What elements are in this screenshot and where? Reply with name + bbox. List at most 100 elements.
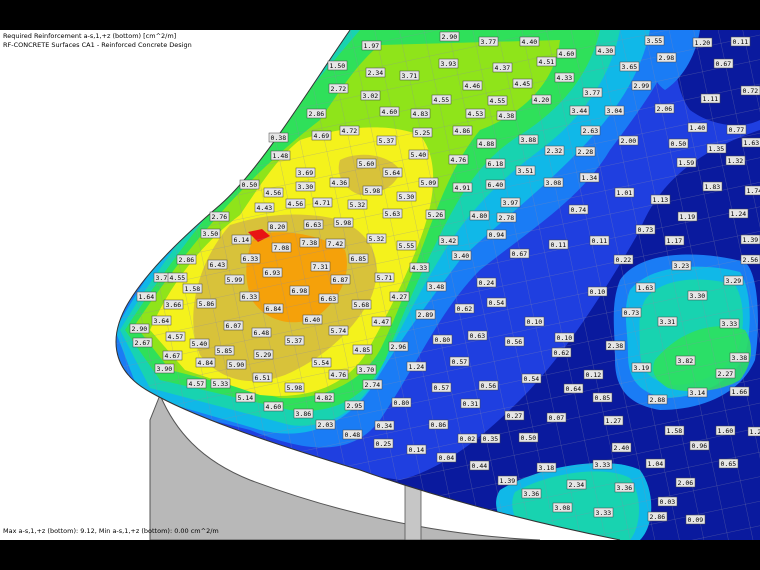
svg-text:2.99: 2.99	[634, 82, 650, 90]
value-label: 8.20	[267, 221, 288, 232]
svg-text:3.93: 3.93	[441, 60, 457, 68]
svg-text:3.66: 3.66	[166, 301, 182, 309]
value-label: 0.11	[730, 36, 751, 47]
svg-text:5.26: 5.26	[428, 211, 444, 219]
svg-text:4.57: 4.57	[168, 333, 184, 341]
value-label: 2.34	[566, 479, 587, 490]
svg-text:1.24: 1.24	[731, 210, 747, 218]
svg-text:2.86: 2.86	[650, 513, 666, 521]
model-viewport[interactable]: 1.97 2.90 3.77 4.40 4.60 4.51 4.30 3.55 1.20 0.11…	[0, 30, 760, 540]
value-label: 4.33	[554, 72, 575, 83]
svg-text:1.27: 1.27	[606, 417, 622, 425]
svg-text:5.98: 5.98	[365, 187, 381, 195]
value-label: 4.57	[186, 378, 207, 389]
svg-text:6.85: 6.85	[351, 255, 367, 263]
value-label: 2.38	[605, 340, 626, 351]
value-label: 2.27	[715, 368, 736, 379]
value-label: 3.08	[543, 177, 564, 188]
value-label: 0.63	[467, 330, 488, 341]
svg-text:3.65: 3.65	[622, 63, 638, 71]
value-label: 1.59	[676, 157, 697, 168]
svg-text:0.11: 0.11	[733, 38, 749, 46]
svg-text:0.02: 0.02	[460, 435, 476, 443]
value-label: 3.36	[614, 482, 635, 493]
svg-text:4.43: 4.43	[257, 204, 273, 212]
svg-text:1.04: 1.04	[648, 460, 664, 468]
value-label: 2.76	[209, 211, 230, 222]
svg-text:6.33: 6.33	[242, 293, 258, 301]
value-label: 1.63	[635, 282, 656, 293]
value-label: 1.58	[664, 425, 685, 436]
svg-text:0.54: 0.54	[489, 299, 505, 307]
value-label: 1.39	[497, 475, 518, 486]
value-label: 3.23	[671, 260, 692, 271]
svg-text:3.08: 3.08	[546, 179, 562, 187]
svg-text:6.18: 6.18	[488, 160, 504, 168]
value-label: 4.83	[410, 108, 431, 119]
svg-text:3.23: 3.23	[674, 262, 690, 270]
value-label: 4.51	[536, 56, 557, 67]
value-label: 1.58	[182, 283, 203, 294]
value-label: 5.33	[210, 378, 231, 389]
value-label: 1.34	[579, 172, 600, 183]
svg-text:3.77: 3.77	[585, 89, 601, 97]
svg-text:6.07: 6.07	[226, 322, 242, 330]
value-label: 5.98	[284, 382, 305, 393]
value-label: 1.35	[706, 143, 727, 154]
value-label: 0.14	[406, 444, 427, 455]
value-label: 0.12	[583, 369, 604, 380]
svg-text:0.56: 0.56	[481, 382, 497, 390]
svg-text:4.55: 4.55	[490, 97, 506, 105]
svg-text:0.35: 0.35	[483, 435, 499, 443]
value-label: 2.03	[315, 419, 336, 430]
value-label: 2.32	[544, 145, 565, 156]
svg-text:1.58: 1.58	[185, 285, 201, 293]
svg-text:0.62: 0.62	[554, 349, 570, 357]
value-label: 3.65	[619, 61, 640, 72]
value-label: 6.63	[318, 293, 339, 304]
svg-text:3.38: 3.38	[732, 354, 748, 362]
value-label: 5.54	[311, 357, 332, 368]
svg-text:4.33: 4.33	[412, 264, 428, 272]
svg-text:0.50: 0.50	[671, 140, 687, 148]
svg-text:4.37: 4.37	[495, 64, 511, 72]
svg-text:1.66: 1.66	[732, 388, 748, 396]
svg-text:2.38: 2.38	[608, 342, 624, 350]
svg-text:5.63: 5.63	[385, 210, 401, 218]
svg-text:5.85: 5.85	[217, 347, 233, 355]
svg-text:0.80: 0.80	[435, 336, 451, 344]
value-label: 0.77	[726, 124, 747, 135]
reinforcement-contour-plot[interactable]: 1.97 2.90 3.77 4.40 4.60 4.51 4.30 3.55 1.20 0.11…	[0, 30, 760, 540]
svg-text:1.13: 1.13	[653, 196, 669, 204]
value-label: 1.83	[702, 181, 723, 192]
value-label: 4.76	[448, 154, 469, 165]
value-label: 6.98	[289, 285, 310, 296]
value-label: 7.42	[325, 238, 346, 249]
value-label: 4.46	[462, 80, 483, 91]
svg-text:2.88: 2.88	[650, 396, 666, 404]
svg-text:0.86: 0.86	[431, 421, 447, 429]
svg-text:2.95: 2.95	[347, 402, 363, 410]
value-label: 6.63	[303, 219, 324, 230]
svg-text:0.73: 0.73	[638, 226, 654, 234]
value-label: 3.33	[719, 318, 740, 329]
svg-text:3.08: 3.08	[555, 504, 571, 512]
svg-text:3.86: 3.86	[296, 410, 312, 418]
svg-text:0.25: 0.25	[376, 440, 392, 448]
value-label: 3.33	[593, 507, 614, 518]
value-label: 3.31	[657, 316, 678, 327]
value-label: 0.94	[486, 229, 507, 240]
value-label: 0.67	[713, 58, 734, 69]
value-label: 0.35	[480, 433, 501, 444]
svg-text:4.47: 4.47	[374, 318, 390, 326]
value-label: 5.55	[396, 240, 417, 251]
svg-text:4.55: 4.55	[434, 96, 450, 104]
value-label: 4.86	[452, 125, 473, 136]
svg-text:5.90: 5.90	[229, 361, 245, 369]
value-label: 1.01	[614, 187, 635, 198]
svg-text:4.53: 4.53	[468, 110, 484, 118]
value-label: 6.40	[302, 314, 323, 325]
value-label: 0.25	[373, 438, 394, 449]
value-label: 3.50	[200, 228, 221, 239]
svg-text:0.67: 0.67	[512, 250, 528, 258]
